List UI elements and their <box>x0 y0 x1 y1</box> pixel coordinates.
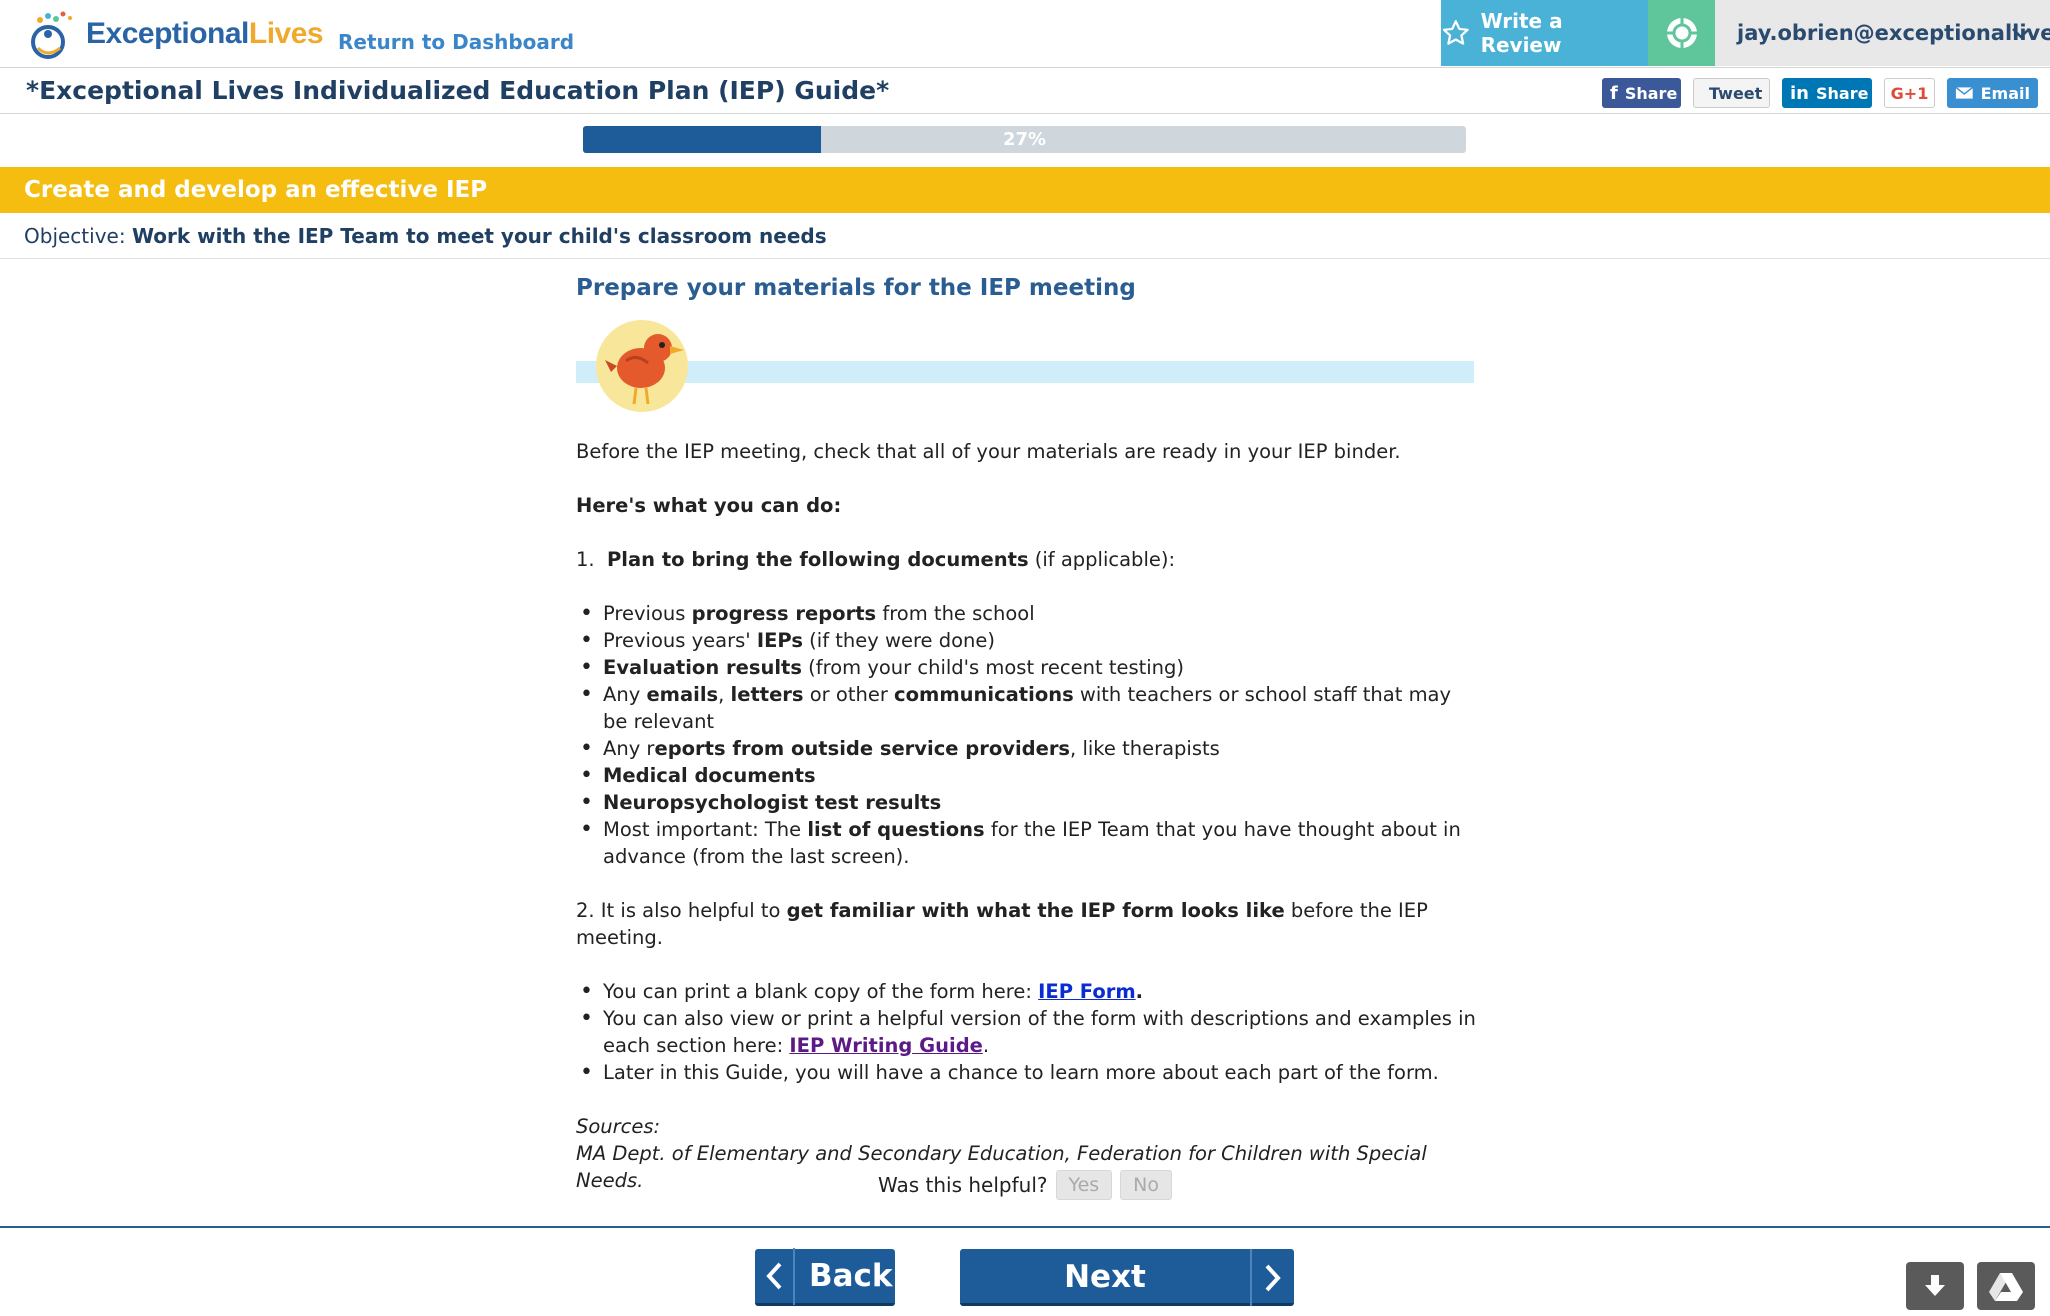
download-icon <box>1925 1275 1945 1296</box>
feedback-row: Was this helpful? Yes No <box>0 1170 2050 1200</box>
linkedin-icon: in <box>1790 82 1809 104</box>
footer-divider <box>0 1226 2050 1228</box>
what-you-can-do-heading: Here's what you can do: <box>576 494 842 517</box>
list-item: Evaluation results (from your child's mo… <box>576 654 1476 681</box>
envelope-icon <box>1955 86 1974 99</box>
step-1-paragraph: 1. Plan to bring the following documents… <box>576 548 1176 571</box>
google-plus-label: G+1 <box>1890 83 1929 103</box>
back-button[interactable]: Back <box>755 1247 895 1306</box>
guide-title: *Exceptional Lives Individualized Educat… <box>26 76 890 105</box>
progress-label: 27% <box>1002 129 1047 150</box>
next-label: Next <box>1064 1259 1146 1295</box>
email-share-label: Email <box>1980 83 2030 103</box>
chevron-left-icon <box>755 1247 795 1305</box>
list-item: Later in this Guide, you will have a cha… <box>576 1059 1476 1086</box>
linkedin-share-button[interactable]: in Share <box>1782 78 1872 108</box>
lesson-illustration <box>576 316 1476 426</box>
share-buttons: f Share Tweet in Share G+1 Email <box>1602 78 2038 108</box>
list-item: Any reports from outside service provide… <box>576 735 1476 762</box>
back-label: Back <box>809 1258 893 1294</box>
feedback-no-button[interactable]: No <box>1120 1170 1173 1200</box>
form-resources-list: You can print a blank copy of the form h… <box>576 978 1476 1086</box>
twitter-tweet-label: Tweet <box>1709 83 1763 103</box>
list-item: Neuropsychologist test results <box>576 789 1476 816</box>
logo-wordmark: ExceptionalLives <box>86 17 324 50</box>
google-plus-button[interactable]: G+1 <box>1884 78 1935 108</box>
intro-paragraph: Before the IEP meeting, check that all o… <box>576 440 1401 463</box>
facebook-icon: f <box>1610 82 1618 104</box>
objective-label: Objective: <box>24 224 126 248</box>
email-share-button[interactable]: Email <box>1947 78 2038 108</box>
chevron-down-icon <box>2012 28 2030 39</box>
feedback-yes-button[interactable]: Yes <box>1055 1170 1113 1200</box>
facebook-share-button[interactable]: f Share <box>1602 78 1681 108</box>
write-review-button[interactable]: Write a Review <box>1441 0 1648 66</box>
illustration-strip <box>576 361 1474 383</box>
return-to-dashboard-link[interactable]: Return to Dashboard <box>338 30 574 54</box>
target-button[interactable] <box>1648 0 1715 66</box>
google-drive-icon <box>1989 1273 2023 1301</box>
bird-mascot-icon <box>596 320 688 412</box>
iep-writing-guide-link[interactable]: IEP Writing Guide <box>789 1034 983 1057</box>
lesson-content: Prepare your materials for the IEP meeti… <box>576 270 1476 1194</box>
objective-line: Objective: Work with the IEP Team to mee… <box>0 213 2050 259</box>
list-item: Any emails, letters or other communicati… <box>576 681 1476 735</box>
download-button[interactable] <box>1906 1262 1964 1310</box>
star-icon <box>1442 20 1469 45</box>
objective-text: Work with the IEP Team to meet your chil… <box>131 224 827 248</box>
target-icon <box>1666 18 1697 48</box>
google-drive-button[interactable] <box>1977 1262 2035 1310</box>
section-banner: Create and develop an effective IEP <box>0 167 2050 213</box>
list-item: Previous years' IEPs (if they were done) <box>576 627 1476 654</box>
progress-bar: 27% <box>583 126 1466 153</box>
write-review-label: Write a Review <box>1480 9 1563 57</box>
sources-label: Sources: <box>576 1115 661 1138</box>
linkedin-share-label: Share <box>1815 83 1869 103</box>
documents-list: Previous progress reports from the schoo… <box>576 600 1476 870</box>
exceptional-lives-logo[interactable]: ExceptionalLives <box>26 6 324 62</box>
user-email: jay.obrien@exceptionallive <box>1737 21 2050 45</box>
list-item: Previous progress reports from the schoo… <box>576 600 1476 627</box>
list-item: Most important: The list of questions fo… <box>576 816 1476 870</box>
list-item: Medical documents <box>576 762 1476 789</box>
list-item: You can also view or print a helpful ver… <box>576 1005 1476 1059</box>
list-item: You can print a blank copy of the form h… <box>576 978 1476 1005</box>
twitter-tweet-button[interactable]: Tweet <box>1693 78 1770 108</box>
next-button[interactable]: Next <box>960 1249 1294 1306</box>
step-2-paragraph: 2. It is also helpful to get familiar wi… <box>576 899 1428 949</box>
lesson-heading: Prepare your materials for the IEP meeti… <box>576 275 1136 301</box>
facebook-share-label: Share <box>1624 83 1678 103</box>
user-account-menu[interactable]: jay.obrien@exceptionallive <box>1715 0 2050 66</box>
logo-icon <box>31 11 72 59</box>
iep-form-link[interactable]: IEP Form <box>1038 980 1136 1003</box>
chevron-right-icon <box>1250 1249 1294 1306</box>
feedback-question: Was this helpful? <box>877 1173 1048 1197</box>
guide-title-bar: *Exceptional Lives Individualized Educat… <box>0 68 2050 114</box>
top-navigation-bar: ExceptionalLives Return to Dashboard Wri… <box>0 0 2050 68</box>
